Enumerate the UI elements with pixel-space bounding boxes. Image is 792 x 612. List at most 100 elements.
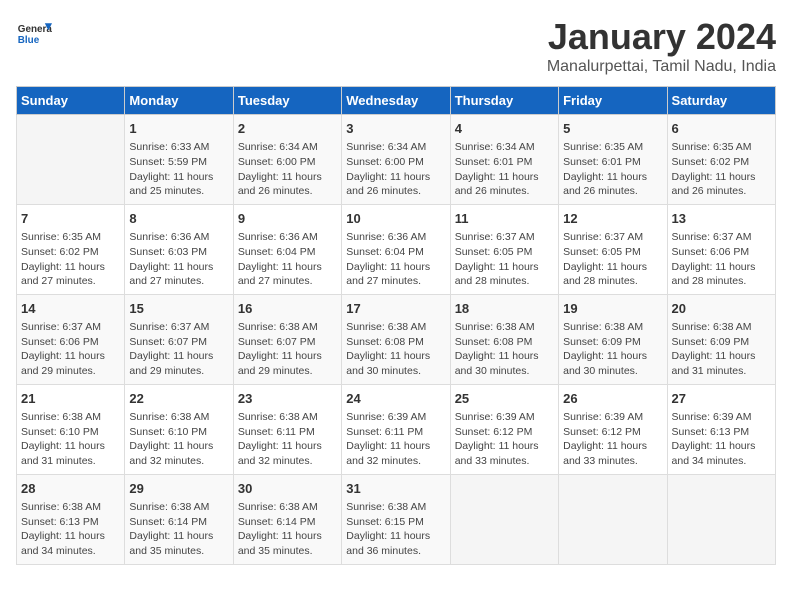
cell-info: Sunset: 6:15 PM <box>346 515 445 530</box>
cell-info: Sunset: 6:00 PM <box>238 155 337 170</box>
calendar-cell: 24Sunrise: 6:39 AMSunset: 6:11 PMDayligh… <box>342 384 450 474</box>
main-title: January 2024 <box>547 16 776 58</box>
cell-info: and 28 minutes. <box>563 274 662 289</box>
cell-info: Sunrise: 6:36 AM <box>129 230 228 245</box>
calendar-cell: 9Sunrise: 6:36 AMSunset: 6:04 PMDaylight… <box>233 204 341 294</box>
calendar-cell: 6Sunrise: 6:35 AMSunset: 6:02 PMDaylight… <box>667 115 775 205</box>
cell-info: Sunrise: 6:33 AM <box>129 140 228 155</box>
calendar-cell: 20Sunrise: 6:38 AMSunset: 6:09 PMDayligh… <box>667 294 775 384</box>
cell-info: Sunset: 6:07 PM <box>129 335 228 350</box>
day-number: 24 <box>346 390 445 408</box>
cell-info: Daylight: 11 hours <box>129 260 228 275</box>
cell-info: Sunrise: 6:35 AM <box>21 230 120 245</box>
cell-info: Sunset: 6:00 PM <box>346 155 445 170</box>
cell-info: Sunset: 6:13 PM <box>672 425 771 440</box>
day-number: 6 <box>672 120 771 138</box>
cell-info: Sunset: 6:01 PM <box>563 155 662 170</box>
cell-info: Sunset: 6:01 PM <box>455 155 554 170</box>
calendar-cell: 11Sunrise: 6:37 AMSunset: 6:05 PMDayligh… <box>450 204 558 294</box>
calendar-table: Sunday Monday Tuesday Wednesday Thursday… <box>16 86 776 565</box>
day-number: 15 <box>129 300 228 318</box>
calendar-week-1: 1Sunrise: 6:33 AMSunset: 5:59 PMDaylight… <box>17 115 776 205</box>
cell-info: Daylight: 11 hours <box>346 170 445 185</box>
calendar-cell: 21Sunrise: 6:38 AMSunset: 6:10 PMDayligh… <box>17 384 125 474</box>
cell-info: Daylight: 11 hours <box>672 439 771 454</box>
cell-info: and 32 minutes. <box>129 454 228 469</box>
cell-info: Sunrise: 6:38 AM <box>455 320 554 335</box>
calendar-body: 1Sunrise: 6:33 AMSunset: 5:59 PMDaylight… <box>17 115 776 565</box>
cell-info: Sunset: 5:59 PM <box>129 155 228 170</box>
cell-info: Sunrise: 6:34 AM <box>455 140 554 155</box>
calendar-cell: 30Sunrise: 6:38 AMSunset: 6:14 PMDayligh… <box>233 474 341 564</box>
cell-info: Sunrise: 6:38 AM <box>238 320 337 335</box>
cell-info: and 33 minutes. <box>455 454 554 469</box>
day-number: 23 <box>238 390 337 408</box>
cell-info: Sunrise: 6:37 AM <box>563 230 662 245</box>
cell-info: Sunrise: 6:38 AM <box>672 320 771 335</box>
calendar-header: Sunday Monday Tuesday Wednesday Thursday… <box>17 87 776 115</box>
day-number: 16 <box>238 300 337 318</box>
cell-info: Daylight: 11 hours <box>21 260 120 275</box>
cell-info: and 29 minutes. <box>21 364 120 379</box>
cell-info: Sunset: 6:08 PM <box>346 335 445 350</box>
cell-info: Sunrise: 6:37 AM <box>672 230 771 245</box>
calendar-cell: 7 Sunrise: 6:35 AMSunset: 6:02 PMDaylight… <box>17 204 125 294</box>
cell-info: and 27 minutes. <box>129 274 228 289</box>
day-number: 7 <box>21 210 120 228</box>
cell-info: Sunset: 6:04 PM <box>238 245 337 260</box>
cell-info: Sunrise: 6:39 AM <box>672 410 771 425</box>
calendar-cell: 5Sunrise: 6:35 AMSunset: 6:01 PMDaylight… <box>559 115 667 205</box>
cell-info: Daylight: 11 hours <box>346 439 445 454</box>
cell-info: and 26 minutes. <box>238 184 337 199</box>
cell-info: and 29 minutes. <box>238 364 337 379</box>
day-number: 5 <box>563 120 662 138</box>
calendar-cell <box>17 115 125 205</box>
cell-info: and 30 minutes. <box>563 364 662 379</box>
cell-info: Sunrise: 6:35 AM <box>672 140 771 155</box>
calendar-week-4: 21Sunrise: 6:38 AMSunset: 6:10 PMDayligh… <box>17 384 776 474</box>
day-number: 19 <box>563 300 662 318</box>
title-section: January 2024 Manalurpettai, Tamil Nadu, … <box>547 16 776 76</box>
cell-info: Daylight: 11 hours <box>238 529 337 544</box>
cell-info: and 26 minutes. <box>346 184 445 199</box>
cell-info: Sunrise: 6:38 AM <box>563 320 662 335</box>
calendar-cell: 28Sunrise: 6:38 AMSunset: 6:13 PMDayligh… <box>17 474 125 564</box>
calendar-cell: 26Sunrise: 6:39 AMSunset: 6:12 PMDayligh… <box>559 384 667 474</box>
cell-info: Sunrise: 6:38 AM <box>129 410 228 425</box>
cell-info: Daylight: 11 hours <box>455 349 554 364</box>
cell-info: Daylight: 11 hours <box>129 439 228 454</box>
cell-info: and 35 minutes. <box>129 544 228 559</box>
cell-info: Daylight: 11 hours <box>129 529 228 544</box>
calendar-cell: 31Sunrise: 6:38 AMSunset: 6:15 PMDayligh… <box>342 474 450 564</box>
cell-info: Sunset: 6:02 PM <box>21 245 120 260</box>
cell-info: Sunset: 6:14 PM <box>129 515 228 530</box>
cell-info: and 32 minutes. <box>346 454 445 469</box>
cell-info: Sunrise: 6:39 AM <box>455 410 554 425</box>
day-number: 22 <box>129 390 228 408</box>
cell-info: and 27 minutes. <box>238 274 337 289</box>
calendar-cell: 17Sunrise: 6:38 AMSunset: 6:08 PMDayligh… <box>342 294 450 384</box>
day-number: 8 <box>129 210 228 228</box>
cell-info: Daylight: 11 hours <box>455 439 554 454</box>
cell-info: Sunset: 6:09 PM <box>563 335 662 350</box>
cell-info: Daylight: 11 hours <box>346 529 445 544</box>
day-number: 13 <box>672 210 771 228</box>
cell-info: Daylight: 11 hours <box>563 349 662 364</box>
cell-info: Sunset: 6:09 PM <box>672 335 771 350</box>
cell-info: Sunrise: 6:38 AM <box>21 500 120 515</box>
cell-info: Sunrise: 6:37 AM <box>455 230 554 245</box>
day-number: 10 <box>346 210 445 228</box>
day-number: 30 <box>238 480 337 498</box>
cell-info: Daylight: 11 hours <box>563 170 662 185</box>
cell-info: Sunrise: 6:37 AM <box>129 320 228 335</box>
logo-icon: General Blue <box>16 16 52 52</box>
cell-info: Sunrise: 6:38 AM <box>346 500 445 515</box>
cell-info: Daylight: 11 hours <box>346 349 445 364</box>
cell-info: Daylight: 11 hours <box>129 349 228 364</box>
cell-info: and 25 minutes. <box>129 184 228 199</box>
col-sunday: Sunday <box>17 87 125 115</box>
cell-info: and 27 minutes. <box>346 274 445 289</box>
cell-info: and 31 minutes. <box>672 364 771 379</box>
cell-info: Sunset: 6:04 PM <box>346 245 445 260</box>
cell-info: and 28 minutes. <box>455 274 554 289</box>
